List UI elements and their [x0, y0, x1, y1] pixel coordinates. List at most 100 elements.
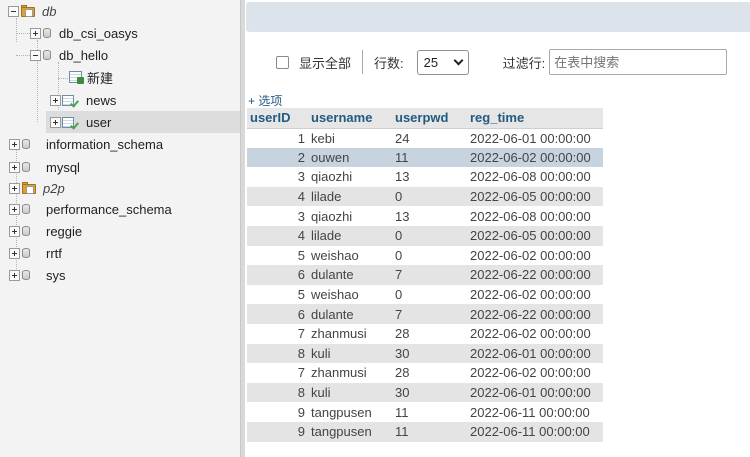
cell-reg-time[interactable]: 2022-06-02 00:00:00	[467, 245, 603, 266]
cell-userpwd[interactable]: 28	[392, 363, 467, 383]
cell-reg-time[interactable]: 2022-06-02 00:00:00	[467, 323, 603, 344]
cell-username[interactable]: dulante	[308, 304, 392, 324]
cell-username[interactable]: lilade	[308, 186, 392, 207]
table-row[interactable]: 4 lilade 0 2022-06-05 00:00:00	[247, 186, 603, 207]
expand-icon[interactable]	[9, 182, 20, 194]
cell-userpwd[interactable]: 30	[392, 382, 467, 403]
cell-userpwd[interactable]: 11	[392, 402, 467, 422]
cell-userid[interactable]: 3	[247, 167, 308, 187]
cell-userpwd[interactable]: 24	[392, 128, 467, 148]
column-header-reg-time[interactable]: reg_time	[467, 108, 603, 129]
cell-userpwd[interactable]: 13	[392, 167, 467, 187]
cell-userpwd[interactable]: 13	[392, 206, 467, 226]
cell-userpwd[interactable]: 7	[392, 265, 467, 285]
tree-item-db-csi-oasys[interactable]: db_csi_oasys	[30, 22, 138, 44]
cell-userid[interactable]: 7	[247, 363, 308, 383]
cell-reg-time[interactable]: 2022-06-22 00:00:00	[467, 304, 603, 324]
expand-icon[interactable]	[9, 225, 20, 237]
cell-userid[interactable]: 6	[247, 265, 308, 285]
expand-icon[interactable]	[30, 27, 41, 39]
cell-reg-time[interactable]: 2022-06-05 00:00:00	[467, 225, 603, 246]
tree-item-information-schema[interactable]: information_schema	[9, 133, 163, 155]
expand-icon[interactable]	[50, 116, 61, 128]
cell-userpwd[interactable]: 0	[392, 225, 467, 246]
table-row[interactable]: 4 lilade 0 2022-06-05 00:00:00	[247, 225, 603, 246]
cell-username[interactable]: kebi	[308, 128, 392, 148]
cell-username[interactable]: lilade	[308, 225, 392, 246]
cell-username[interactable]: zhanmusi	[308, 323, 392, 344]
cell-userid[interactable]: 9	[247, 402, 308, 422]
cell-username[interactable]: kuli	[308, 382, 392, 403]
cell-userid[interactable]: 7	[247, 323, 308, 344]
table-row[interactable]: 8 kuli 30 2022-06-01 00:00:00	[247, 343, 603, 364]
table-row[interactable]: 5 weishao 0 2022-06-02 00:00:00	[247, 245, 603, 266]
cell-username[interactable]: weishao	[308, 245, 392, 266]
cell-reg-time[interactable]: 2022-06-22 00:00:00	[467, 265, 603, 285]
column-header-userid[interactable]: userID	[247, 108, 308, 129]
column-header-username[interactable]: username	[308, 108, 392, 129]
expand-icon[interactable]	[9, 269, 20, 281]
filter-search-input[interactable]	[549, 49, 728, 75]
cell-userid[interactable]: 4	[247, 186, 308, 207]
cell-userid[interactable]: 5	[247, 245, 308, 266]
tree-item-new-table[interactable]: 新建	[68, 66, 113, 88]
cell-userid[interactable]: 1	[247, 128, 308, 148]
cell-userpwd[interactable]: 30	[392, 343, 467, 364]
cell-username[interactable]: weishao	[308, 284, 392, 305]
table-row[interactable]: 2 ouwen 11 2022-06-02 00:00:00	[247, 147, 603, 168]
expand-icon[interactable]	[9, 138, 20, 150]
tree-item-rrtf[interactable]: rrtf	[9, 242, 62, 264]
expand-icon[interactable]	[50, 94, 61, 106]
tree-item-performance-schema[interactable]: performance_schema	[9, 198, 172, 220]
cell-username[interactable]: kuli	[308, 343, 392, 364]
cell-userpwd[interactable]: 11	[392, 147, 467, 168]
cell-userid[interactable]: 5	[247, 284, 308, 305]
expand-icon[interactable]	[9, 161, 20, 173]
tree-item-reggie[interactable]: reggie	[9, 220, 82, 242]
cell-reg-time[interactable]: 2022-06-01 00:00:00	[467, 343, 603, 364]
collapse-icon[interactable]	[30, 49, 41, 61]
cell-reg-time[interactable]: 2022-06-08 00:00:00	[467, 206, 603, 226]
cell-username[interactable]: tangpusen	[308, 402, 392, 422]
cell-username[interactable]: qiaozhi	[308, 167, 392, 187]
cell-userpwd[interactable]: 11	[392, 421, 467, 442]
table-row[interactable]: 8 kuli 30 2022-06-01 00:00:00	[247, 382, 603, 403]
cell-username[interactable]: tangpusen	[308, 421, 392, 442]
table-row[interactable]: 5 weishao 0 2022-06-02 00:00:00	[247, 284, 603, 305]
tree-item-sys[interactable]: sys	[9, 264, 66, 286]
panel-resizer[interactable]	[240, 0, 245, 457]
cell-reg-time[interactable]: 2022-06-02 00:00:00	[467, 147, 603, 168]
cell-reg-time[interactable]: 2022-06-02 00:00:00	[467, 284, 603, 305]
collapse-icon[interactable]	[8, 5, 19, 17]
cell-userpwd[interactable]: 0	[392, 284, 467, 305]
cell-reg-time[interactable]: 2022-06-11 00:00:00	[467, 421, 603, 442]
table-row[interactable]: 3 qiaozhi 13 2022-06-08 00:00:00	[247, 206, 603, 226]
cell-reg-time[interactable]: 2022-06-11 00:00:00	[467, 402, 603, 422]
cell-username[interactable]: ouwen	[308, 147, 392, 168]
tree-item-db[interactable]: db	[8, 0, 56, 22]
show-all-checkbox[interactable]	[276, 55, 289, 69]
tree-item-p2p[interactable]: p2p	[9, 177, 65, 199]
expand-icon[interactable]	[9, 203, 20, 215]
tree-item-news[interactable]: news	[50, 89, 116, 111]
table-row[interactable]: 6 dulante 7 2022-06-22 00:00:00	[247, 304, 603, 324]
tree-item-db-hello[interactable]: db_hello	[30, 44, 108, 66]
cell-reg-time[interactable]: 2022-06-08 00:00:00	[467, 167, 603, 187]
cell-reg-time[interactable]: 2022-06-01 00:00:00	[467, 382, 603, 403]
cell-username[interactable]: zhanmusi	[308, 363, 392, 383]
cell-userpwd[interactable]: 0	[392, 245, 467, 266]
cell-reg-time[interactable]: 2022-06-02 00:00:00	[467, 363, 603, 383]
cell-userpwd[interactable]: 0	[392, 186, 467, 207]
tree-item-user[interactable]: user	[46, 111, 240, 133]
table-row[interactable]: 9 tangpusen 11 2022-06-11 00:00:00	[247, 421, 603, 442]
table-row[interactable]: 7 zhanmusi 28 2022-06-02 00:00:00	[247, 323, 603, 344]
tree-item-mysql[interactable]: mysql	[9, 156, 80, 178]
cell-userpwd[interactable]: 7	[392, 304, 467, 324]
cell-userid[interactable]: 9	[247, 421, 308, 442]
cell-userid[interactable]: 8	[247, 343, 308, 364]
cell-reg-time[interactable]: 2022-06-01 00:00:00	[467, 128, 603, 148]
cell-userid[interactable]: 2	[247, 147, 308, 168]
rows-per-page-select[interactable]: 25	[416, 49, 469, 75]
table-row[interactable]: 7 zhanmusi 28 2022-06-02 00:00:00	[247, 363, 603, 383]
cell-userid[interactable]: 3	[247, 206, 308, 226]
